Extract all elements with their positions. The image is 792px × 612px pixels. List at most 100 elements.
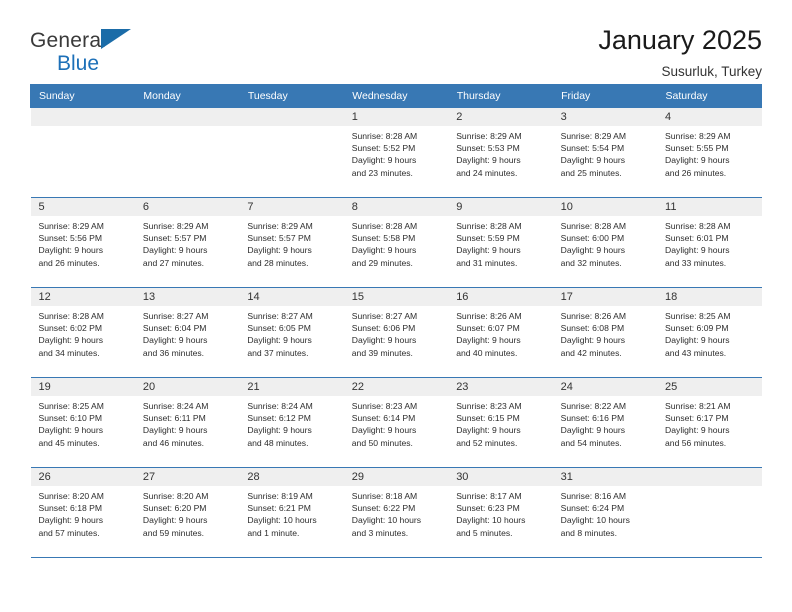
calendar-day-cell[interactable]: 10 Sunrise: 8:28 AM Sunset: 6:00 PM Dayligh… <box>552 197 658 288</box>
calendar-day-cell[interactable]: 21 Sunrise: 8:24 AM Sunset: 6:12 PM Dayligh… <box>239 377 344 468</box>
daylight-text-line2: and 26 minutes. <box>38 257 100 268</box>
daylight-text-line2: and 48 minutes. <box>247 437 309 448</box>
weekday-header-row: Sunday Monday Tuesday Wednesday Thursday… <box>29 84 763 108</box>
calendar-day-cell[interactable]: 16 Sunrise: 8:26 AM Sunset: 6:07 PM Dayligh… <box>448 287 553 378</box>
sunset-text: Sunset: 6:05 PM <box>247 323 311 334</box>
page-header: General Blue January 2025 Susurluk, Turk… <box>30 0 762 78</box>
sunrise-text: Sunrise: 8:28 AM <box>560 221 627 231</box>
day-number: 13 <box>134 288 240 306</box>
day-number <box>30 108 135 126</box>
calendar-day-cell[interactable]: 27 Sunrise: 8:20 AM Sunset: 6:20 PM Dayligh… <box>134 467 240 558</box>
daylight-text-line2: and 1 minute. <box>247 527 300 538</box>
sunrise-text: Sunrise: 8:24 AM <box>142 401 209 411</box>
brand-logo[interactable]: General Blue <box>30 26 220 74</box>
sunset-text: Sunset: 6:02 PM <box>38 323 103 334</box>
calendar-day-cell[interactable]: 9 Sunrise: 8:28 AM Sunset: 5:59 PM Daylight… <box>448 197 553 288</box>
calendar-day-cell[interactable]: 30 Sunrise: 8:17 AM Sunset: 6:23 PM Dayligh… <box>448 467 553 558</box>
calendar-day-cell[interactable]: 23 Sunrise: 8:23 AM Sunset: 6:15 PM Dayligh… <box>448 377 553 468</box>
calendar-day-cell[interactable]: 5 Sunrise: 8:29 AM Sunset: 5:56 PM Daylight… <box>30 197 135 288</box>
day-info: Sunrise: 8:28 AM Sunset: 5:58 PM Daylight:… <box>344 216 448 269</box>
calendar-day-cell[interactable]: 13 Sunrise: 8:27 AM Sunset: 6:04 PM Dayligh… <box>134 287 240 378</box>
brand-name-general: General <box>30 29 107 52</box>
calendar-day-cell[interactable]: 26 Sunrise: 8:20 AM Sunset: 6:18 PM Dayligh… <box>30 467 135 558</box>
calendar-body: 1 Sunrise: 8:28 AM Sunset: 5:52 PM Daylight… <box>30 107 762 558</box>
day-number: 10 <box>552 198 658 216</box>
calendar-day-cell[interactable]: 11 Sunrise: 8:28 AM Sunset: 6:01 PM Dayligh… <box>657 197 762 288</box>
weekday-header-tuesday: Tuesday <box>238 84 345 108</box>
sunrise-text: Sunrise: 8:21 AM <box>665 401 731 411</box>
day-number: 11 <box>657 198 762 216</box>
day-info: Sunrise: 8:20 AM Sunset: 6:20 PM Daylight:… <box>135 486 239 539</box>
day-info: Sunrise: 8:28 AM Sunset: 5:59 PM Daylight:… <box>448 216 552 269</box>
calendar-week-row: 12 Sunrise: 8:28 AM Sunset: 6:02 PM Dayligh… <box>30 287 762 378</box>
day-info: Sunrise: 8:29 AM Sunset: 5:57 PM Daylight:… <box>135 216 239 269</box>
day-info: Sunrise: 8:29 AM Sunset: 5:53 PM Daylight:… <box>448 126 552 179</box>
daylight-text-line1: Daylight: 9 hours <box>38 515 104 526</box>
calendar-day-cell[interactable]: 14 Sunrise: 8:27 AM Sunset: 6:05 PM Dayligh… <box>239 287 344 378</box>
sunset-text: Sunset: 6:12 PM <box>247 413 311 424</box>
daylight-text-line2: and 23 minutes. <box>351 167 413 178</box>
sunrise-text: Sunrise: 8:25 AM <box>665 311 731 321</box>
sunset-text: Sunset: 6:06 PM <box>351 323 416 334</box>
calendar-day-cell[interactable]: 28 Sunrise: 8:19 AM Sunset: 6:21 PM Dayligh… <box>239 467 344 558</box>
calendar-day-cell[interactable]: 17 Sunrise: 8:26 AM Sunset: 6:08 PM Dayligh… <box>552 287 658 378</box>
day-number: 5 <box>30 198 135 216</box>
daylight-text-line1: Daylight: 9 hours <box>456 155 521 166</box>
calendar-day-cell[interactable]: 15 Sunrise: 8:27 AM Sunset: 6:06 PM Dayligh… <box>343 287 449 378</box>
calendar-day-cell[interactable]: 12 Sunrise: 8:28 AM Sunset: 6:02 PM Dayligh… <box>30 287 135 378</box>
day-info: Sunrise: 8:27 AM Sunset: 6:06 PM Daylight:… <box>344 306 448 359</box>
sunset-text: Sunset: 6:21 PM <box>247 503 311 514</box>
weekday-header-sunday: Sunday <box>29 84 136 108</box>
calendar-day-cell[interactable]: 25 Sunrise: 8:21 AM Sunset: 6:17 PM Dayligh… <box>657 377 762 468</box>
daylight-text-line1: Daylight: 9 hours <box>456 245 521 256</box>
calendar-day-cell[interactable]: 20 Sunrise: 8:24 AM Sunset: 6:11 PM Dayligh… <box>134 377 240 468</box>
sunrise-text: Sunrise: 8:22 AM <box>560 401 627 411</box>
daylight-text-line2: and 33 minutes. <box>665 257 727 268</box>
daylight-text-line2: and 43 minutes. <box>665 347 727 358</box>
calendar-day-cell[interactable]: 1 Sunrise: 8:28 AM Sunset: 5:52 PM Daylight… <box>343 107 449 198</box>
sunrise-text: Sunrise: 8:29 AM <box>247 221 313 231</box>
daylight-text-line2: and 59 minutes. <box>142 527 205 538</box>
day-number: 14 <box>239 288 344 306</box>
sunset-text: Sunset: 5:53 PM <box>456 143 520 154</box>
day-info: Sunrise: 8:29 AM Sunset: 5:55 PM Daylight:… <box>657 126 761 179</box>
sunrise-text: Sunrise: 8:27 AM <box>142 311 209 321</box>
calendar-day-cell[interactable]: 24 Sunrise: 8:22 AM Sunset: 6:16 PM Dayligh… <box>552 377 658 468</box>
day-info: Sunrise: 8:23 AM Sunset: 6:14 PM Daylight:… <box>344 396 448 449</box>
daylight-text-line2: and 8 minutes. <box>560 527 617 538</box>
calendar-day-cell[interactable]: 3 Sunrise: 8:29 AM Sunset: 5:54 PM Daylight… <box>552 107 658 198</box>
day-number: 20 <box>134 378 240 396</box>
weekday-header-wednesday: Wednesday <box>343 84 449 108</box>
daylight-text-line1: Daylight: 9 hours <box>560 335 626 346</box>
day-number: 31 <box>552 468 658 486</box>
daylight-text-line2: and 28 minutes. <box>247 257 309 268</box>
calendar-day-cell[interactable]: 2 Sunrise: 8:29 AM Sunset: 5:53 PM Daylight… <box>448 107 553 198</box>
sunset-text: Sunset: 6:11 PM <box>142 413 206 424</box>
day-number: 21 <box>239 378 344 396</box>
day-number: 16 <box>448 288 553 306</box>
day-number: 28 <box>239 468 344 486</box>
sunset-text: Sunset: 6:23 PM <box>456 503 520 514</box>
day-info: Sunrise: 8:29 AM Sunset: 5:56 PM Daylight:… <box>31 216 135 269</box>
calendar-day-cell[interactable]: 31 Sunrise: 8:16 AM Sunset: 6:24 PM Dayligh… <box>552 467 658 558</box>
calendar-day-cell[interactable]: 4 Sunrise: 8:29 AM Sunset: 5:55 PM Daylight… <box>657 107 762 198</box>
calendar-day-cell[interactable]: 7 Sunrise: 8:29 AM Sunset: 5:57 PM Daylight… <box>239 197 344 288</box>
sunset-text: Sunset: 6:08 PM <box>560 323 625 334</box>
calendar-day-cell[interactable]: 8 Sunrise: 8:28 AM Sunset: 5:58 PM Daylight… <box>343 197 449 288</box>
sunrise-text: Sunrise: 8:29 AM <box>456 131 522 141</box>
day-info: Sunrise: 8:28 AM Sunset: 6:02 PM Daylight:… <box>31 306 135 359</box>
sunset-text: Sunset: 6:14 PM <box>351 413 416 424</box>
day-number: 30 <box>448 468 553 486</box>
calendar-day-cell[interactable]: 22 Sunrise: 8:23 AM Sunset: 6:14 PM Dayligh… <box>343 377 449 468</box>
daylight-text-line2: and 34 minutes. <box>38 347 100 358</box>
daylight-text-line2: and 54 minutes. <box>560 437 622 448</box>
day-number: 17 <box>552 288 658 306</box>
calendar-day-cell[interactable]: 6 Sunrise: 8:29 AM Sunset: 5:57 PM Daylight… <box>134 197 240 288</box>
calendar-day-cell[interactable]: 29 Sunrise: 8:18 AM Sunset: 6:22 PM Dayligh… <box>343 467 449 558</box>
calendar-day-cell[interactable]: 18 Sunrise: 8:25 AM Sunset: 6:09 PM Dayligh… <box>657 287 762 378</box>
sunset-text: Sunset: 5:54 PM <box>560 143 625 154</box>
day-number: 18 <box>657 288 762 306</box>
day-info: Sunrise: 8:22 AM Sunset: 6:16 PM Daylight:… <box>553 396 657 449</box>
calendar-day-cell[interactable]: 19 Sunrise: 8:25 AM Sunset: 6:10 PM Dayligh… <box>30 377 135 468</box>
daylight-text-line1: Daylight: 9 hours <box>38 335 104 346</box>
